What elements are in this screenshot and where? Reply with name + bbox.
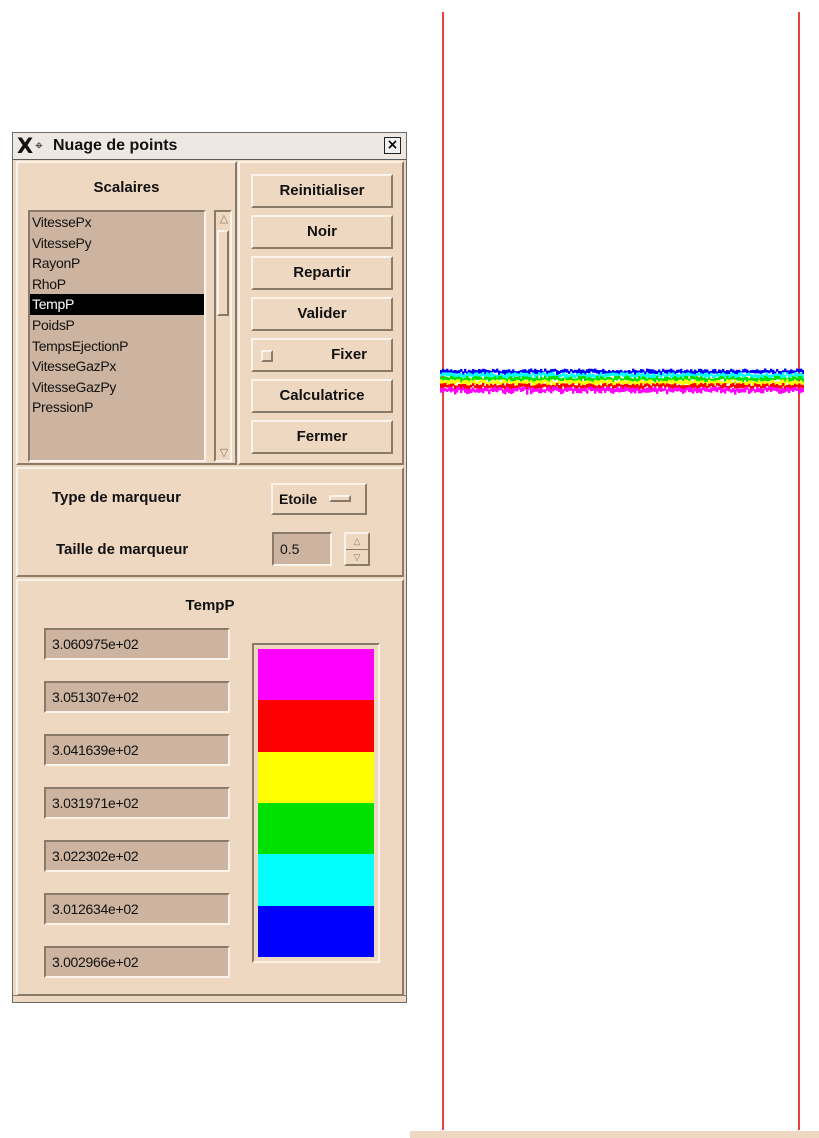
colorbar-band [258, 854, 374, 906]
noir-button[interactable]: Noir [251, 215, 393, 249]
colorbar [258, 649, 374, 957]
calculatrice-button[interactable]: Calculatrice [251, 379, 393, 413]
title-bar[interactable]: X ⌖ Nuage de points × [13, 133, 406, 160]
list-item[interactable]: RayonP [30, 253, 204, 274]
colorbar-band [258, 751, 374, 803]
spin-up-icon[interactable]: △ [346, 534, 368, 548]
pin-icon[interactable]: ⌖ [35, 136, 43, 156]
repartir-button[interactable]: Repartir [251, 256, 393, 290]
reinitialiser-button[interactable]: Reinitialiser [251, 174, 393, 208]
plot-right-boundary [798, 12, 800, 1130]
marker-size-label: Taille de marqueur [56, 541, 189, 558]
marker-size-input[interactable]: 0.5 [272, 532, 332, 566]
plot-left-boundary [442, 12, 444, 1130]
colorbar-frame [252, 643, 380, 963]
list-item-selected[interactable]: TempP [30, 294, 204, 315]
list-item[interactable]: PoidsP [30, 315, 204, 336]
window-title: Nuage de points [53, 137, 178, 154]
legend-value-field[interactable]: 3.012634e+02 [44, 893, 230, 925]
legend-value-field[interactable]: 3.031971e+02 [44, 787, 230, 819]
fixer-toggle[interactable]: Fixer [251, 338, 393, 372]
scalar-list[interactable]: VitessePx VitessePy RayonP RhoP TempP Po… [28, 210, 206, 462]
list-scrollbar[interactable]: △ ▽ [214, 210, 232, 462]
marker-type-select[interactable]: Etoile [271, 483, 367, 515]
actions-panel: Reinitialiser Noir Repartir Valider Fixe… [238, 161, 404, 465]
marker-type-value: Etoile [279, 491, 318, 507]
valider-button[interactable]: Valider [251, 297, 393, 331]
option-menu-indicator-icon [329, 495, 351, 502]
fermer-button[interactable]: Fermer [251, 420, 393, 454]
marker-panel: Type de marqueur Etoile Taille de marque… [16, 467, 404, 577]
colorbar-band [258, 700, 374, 752]
scroll-thumb[interactable] [217, 230, 229, 316]
legend-title: TempP [185, 597, 235, 614]
list-item[interactable]: VitesseGazPx [30, 356, 204, 377]
scroll-down-icon[interactable]: ▽ [217, 446, 231, 460]
legend-value-field[interactable]: 3.022302e+02 [44, 840, 230, 872]
legend-value-field[interactable]: 3.002966e+02 [44, 946, 230, 978]
colorbar-band [258, 802, 374, 855]
colorbar-band [258, 649, 374, 701]
legend-value-field[interactable]: 3.060975e+02 [44, 628, 230, 660]
plot-bottom-bar [410, 1131, 819, 1138]
list-item[interactable]: VitessePy [30, 233, 204, 254]
scroll-up-icon[interactable]: △ [217, 212, 231, 226]
fixer-checkbox[interactable] [261, 350, 273, 362]
legend-value-field[interactable]: 3.051307e+02 [44, 681, 230, 713]
x-logo-icon: X [17, 134, 34, 158]
list-item[interactable]: VitessePx [30, 212, 204, 233]
list-item[interactable]: TempsEjectionP [30, 336, 204, 357]
particle-scatter-cloud [440, 368, 804, 395]
colorbar-band [258, 905, 374, 957]
scalaires-panel: Scalaires VitessePx VitessePy RayonP Rho… [16, 161, 237, 465]
marker-type-label: Type de marqueur [52, 489, 181, 506]
scalaires-title: Scalaires [93, 179, 160, 196]
list-item[interactable]: VitesseGazPy [30, 377, 204, 398]
fixer-label: Fixer [331, 346, 367, 363]
close-icon[interactable]: × [384, 137, 401, 154]
color-legend-panel: TempP 3.060975e+02 3.051307e+02 3.041639… [16, 579, 404, 996]
nuage-de-points-window: X ⌖ Nuage de points × Scalaires VitesseP… [12, 132, 407, 1003]
particle-band [440, 386, 804, 395]
marker-size-spinner[interactable]: △ ▽ [344, 532, 370, 566]
spin-down-icon[interactable]: ▽ [346, 549, 368, 564]
list-item[interactable]: RhoP [30, 274, 204, 295]
window-bottom-border [13, 995, 406, 1002]
list-item[interactable]: PressionP [30, 397, 204, 418]
legend-value-field[interactable]: 3.041639e+02 [44, 734, 230, 766]
